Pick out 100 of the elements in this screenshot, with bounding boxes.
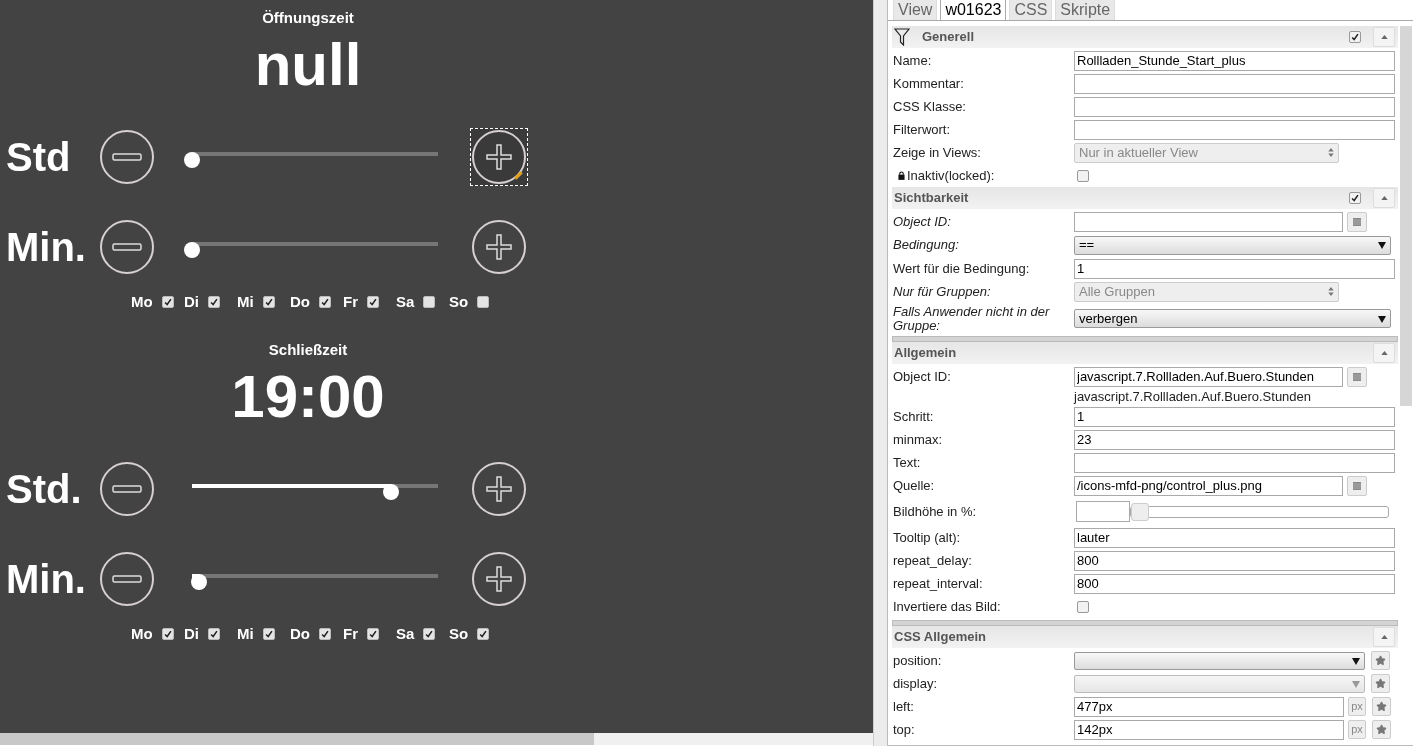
slider-thumb[interactable] xyxy=(191,574,208,590)
field-label: Bedingung: xyxy=(893,238,959,252)
day-label: Sa xyxy=(396,626,415,642)
star-icon xyxy=(1375,655,1386,666)
picker-button[interactable] xyxy=(1347,475,1367,496)
lock-icon xyxy=(898,171,905,180)
checkbox[interactable] xyxy=(161,296,174,308)
section-header[interactable]: Allgemein xyxy=(892,342,1398,364)
field-label: Wert für die Bedingung: xyxy=(893,261,1030,276)
section-title: Generell xyxy=(922,28,976,47)
checkbox[interactable] xyxy=(319,296,331,308)
field-label: Falls Anwender nicht in der Gruppe: xyxy=(893,304,1051,333)
text-field[interactable]: 800 xyxy=(1074,550,1395,571)
star-button[interactable] xyxy=(1372,697,1391,716)
checkbox[interactable] xyxy=(477,628,490,640)
text-field[interactable]: 1 xyxy=(1074,258,1395,279)
panel-scrollbar[interactable] xyxy=(1400,26,1412,406)
collapse-button[interactable] xyxy=(1373,188,1395,208)
day-label: Di xyxy=(184,626,199,642)
number-field[interactable] xyxy=(1076,501,1130,522)
field-label: repeat_interval: xyxy=(893,576,983,591)
tab[interactable]: CSS xyxy=(1009,0,1053,20)
checkbox[interactable] xyxy=(262,628,275,640)
horizontal-scrollbar[interactable] xyxy=(0,733,873,745)
section-header[interactable]: CSS Allgemein xyxy=(892,626,1398,648)
minus-button[interactable] xyxy=(100,552,154,606)
field-label: Kommentar: xyxy=(893,76,964,91)
checkbox[interactable] xyxy=(423,628,436,640)
checkbox[interactable] xyxy=(319,628,331,640)
collapse-button[interactable] xyxy=(1373,343,1395,363)
text-field[interactable]: Rollladen_Stunde_Start_plus xyxy=(1074,50,1395,71)
dropdown[interactable] xyxy=(1074,651,1365,670)
text-field[interactable] xyxy=(1074,119,1395,140)
tab[interactable]: View xyxy=(893,0,938,20)
star-button[interactable] xyxy=(1372,720,1391,739)
picker-button[interactable] xyxy=(1347,366,1367,387)
tab[interactable]: w01623 xyxy=(940,0,1007,20)
minus-button[interactable] xyxy=(100,220,154,274)
text-field[interactable]: 800 xyxy=(1074,573,1395,594)
text-field[interactable]: 477px xyxy=(1074,696,1344,717)
day-label: So xyxy=(449,294,469,310)
checkbox[interactable] xyxy=(1349,192,1361,204)
field-label: Nur für Gruppen: xyxy=(893,284,991,299)
star-button[interactable] xyxy=(1371,674,1390,693)
list-icon xyxy=(1353,372,1361,381)
field-label: top: xyxy=(893,722,915,737)
text-field[interactable]: 23 xyxy=(1074,429,1395,450)
text-field[interactable]: 1 xyxy=(1074,406,1395,427)
checkbox[interactable] xyxy=(477,296,489,308)
section-header[interactable]: Generell xyxy=(892,26,1398,48)
text-field[interactable] xyxy=(1074,73,1395,94)
checkbox[interactable] xyxy=(367,296,379,308)
checkbox[interactable] xyxy=(1349,31,1361,43)
resize-handle[interactable] xyxy=(514,171,523,180)
tab[interactable]: Skripte xyxy=(1055,0,1116,20)
text-field[interactable]: /icons-mfd-png/control_plus.png xyxy=(1074,475,1343,496)
collapse-button[interactable] xyxy=(1373,627,1395,647)
field-label: minmax: xyxy=(893,432,943,447)
checkbox[interactable] xyxy=(208,296,220,308)
dropdown[interactable]: == xyxy=(1074,235,1391,255)
collapse-button[interactable] xyxy=(1373,27,1395,47)
minus-icon xyxy=(112,575,142,583)
star-button[interactable] xyxy=(1371,651,1390,670)
section-header[interactable]: Sichtbarkeit xyxy=(892,187,1398,209)
slider-thumb[interactable] xyxy=(184,152,200,168)
caret-up-icon xyxy=(1380,351,1388,355)
slider-handle[interactable] xyxy=(1131,502,1149,521)
checkbox[interactable] xyxy=(367,628,379,640)
dropdown-arrow-icon xyxy=(1352,679,1360,688)
dropdown-arrow-icon xyxy=(1378,314,1386,323)
dropdown-arrow-icon xyxy=(1352,656,1360,665)
field-label: Tooltip (alt): xyxy=(893,530,961,545)
checkbox[interactable] xyxy=(208,628,220,640)
star-icon xyxy=(1376,701,1387,712)
text-field[interactable] xyxy=(1074,452,1395,473)
field-label: left: xyxy=(893,699,914,714)
text-field[interactable]: 142px xyxy=(1074,719,1344,740)
star-icon xyxy=(1376,724,1387,735)
checkbox[interactable] xyxy=(1077,600,1089,613)
vertical-scrollbar[interactable] xyxy=(873,0,887,746)
text-field[interactable] xyxy=(1074,96,1395,117)
checkbox[interactable] xyxy=(262,296,275,308)
minus-button[interactable] xyxy=(100,130,154,184)
checkbox[interactable] xyxy=(161,628,174,640)
star-icon xyxy=(1375,678,1386,689)
picker-button[interactable] xyxy=(1347,211,1367,232)
checkbox[interactable] xyxy=(1077,169,1089,182)
day-label: Mo xyxy=(131,626,153,642)
day-label: Mo xyxy=(131,294,153,310)
section-title: Öffnungszeit xyxy=(261,8,355,28)
slider[interactable] xyxy=(1130,505,1389,518)
text-field[interactable] xyxy=(1074,211,1343,232)
slider-thumb[interactable] xyxy=(184,242,200,258)
checkbox[interactable] xyxy=(423,296,436,308)
minus-button[interactable] xyxy=(100,462,154,516)
text-field[interactable]: lauter xyxy=(1074,527,1395,548)
slider-thumb[interactable] xyxy=(383,484,400,500)
text-field[interactable]: javascript.7.Rollladen.Auf.Buero.Stunden xyxy=(1074,366,1343,387)
dropdown[interactable]: verbergen xyxy=(1074,309,1391,328)
section-title: Allgemein xyxy=(894,344,958,363)
